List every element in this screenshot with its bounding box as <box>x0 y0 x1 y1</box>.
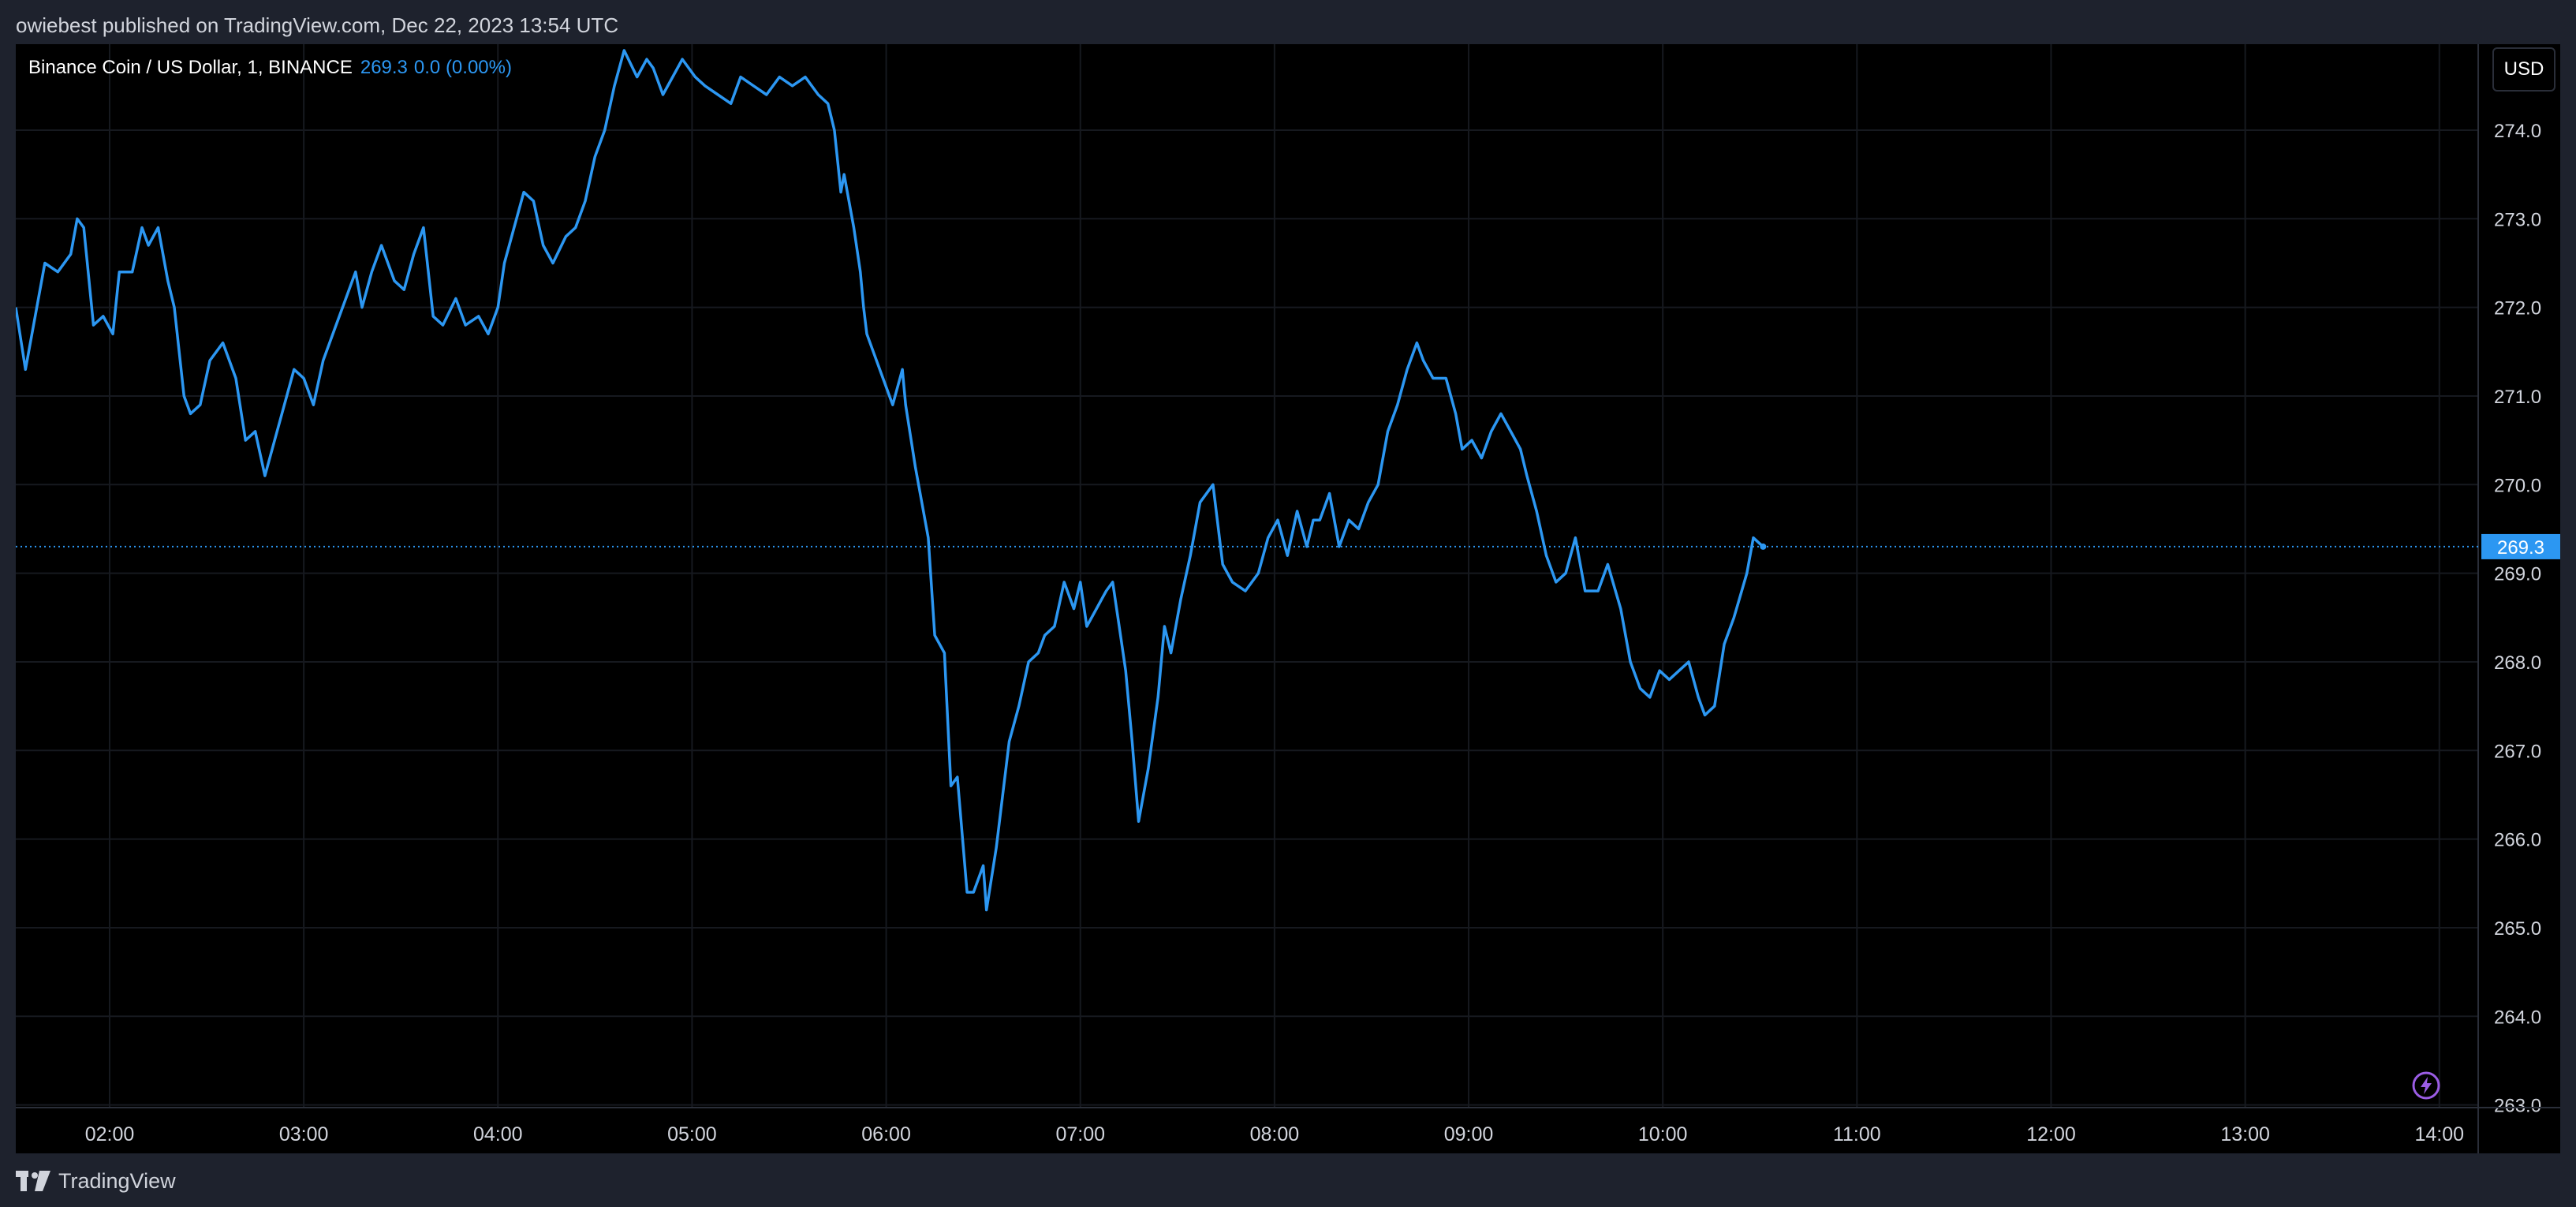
y-tick-label: 264.0 <box>2494 1007 2541 1028</box>
price-change: 0.0 (0.00%) <box>413 57 512 78</box>
footer: TradingView <box>16 1153 2560 1207</box>
currency-button[interactable]: USD <box>2492 47 2555 92</box>
x-tick-label: 04:00 <box>473 1123 523 1145</box>
tradingview-brand: TradingView <box>58 1168 176 1193</box>
x-tick-label: 10:00 <box>1638 1123 1688 1145</box>
y-tick-label: 267.0 <box>2494 741 2541 762</box>
x-tick-label: 08:00 <box>1250 1123 1300 1145</box>
y-tick-label: 271.0 <box>2494 387 2541 408</box>
x-tick-label: 13:00 <box>2220 1123 2270 1145</box>
symbol-name[interactable]: Binance Coin / US Dollar, 1, BINANCE <box>28 57 353 78</box>
x-tick-label: 07:00 <box>1055 1123 1105 1145</box>
y-tick-label: 272.0 <box>2494 298 2541 320</box>
price-line-series <box>16 49 1764 912</box>
x-tick-label: 06:00 <box>861 1123 911 1145</box>
price-chart[interactable]: 274.0 273.0 272.0 271.0 270.0 269.0 268.0 267.0… <box>16 44 2560 1153</box>
x-tick-label: 14:00 <box>2414 1123 2464 1145</box>
x-tick-label: 12:00 <box>2026 1123 2076 1145</box>
tradingview-logo-icon <box>16 1171 50 1191</box>
x-tick-label: 09:00 <box>1444 1123 1494 1145</box>
y-tick-label: 270.0 <box>2494 475 2541 496</box>
last-value: 269.3 <box>360 57 408 78</box>
y-tick-label: 274.0 <box>2494 121 2541 142</box>
last-price-label: 269.3 <box>2497 537 2544 559</box>
publisher-header: owiebest published on TradingView.com, D… <box>16 13 619 37</box>
y-tick-label: 273.0 <box>2494 209 2541 230</box>
x-tick-label: 11:00 <box>1833 1123 1881 1145</box>
chart-window: owiebest published on TradingView.com, D… <box>0 0 2576 1207</box>
y-tick-label: 269.0 <box>2494 564 2541 585</box>
x-tick-label: 05:00 <box>667 1123 717 1145</box>
y-tick-label: 263.0 <box>2494 1096 2541 1117</box>
lightning-icon[interactable] <box>2410 1070 2442 1101</box>
y-tick-label: 265.0 <box>2494 918 2541 940</box>
x-tick-label: 02:00 <box>85 1123 135 1145</box>
y-tick-label: 268.0 <box>2494 652 2541 674</box>
chart-area[interactable]: 274.0 273.0 272.0 271.0 270.0 269.0 268.0 267.0… <box>16 44 2560 1153</box>
tradingview-logo[interactable]: TradingView <box>16 1168 176 1194</box>
x-tick-label: 03:00 <box>279 1123 329 1145</box>
last-point-marker <box>1760 543 1767 550</box>
y-tick-label: 266.0 <box>2494 830 2541 851</box>
symbol-legend[interactable]: Binance Coin / US Dollar, 1, BINANCE 269.… <box>28 54 512 82</box>
